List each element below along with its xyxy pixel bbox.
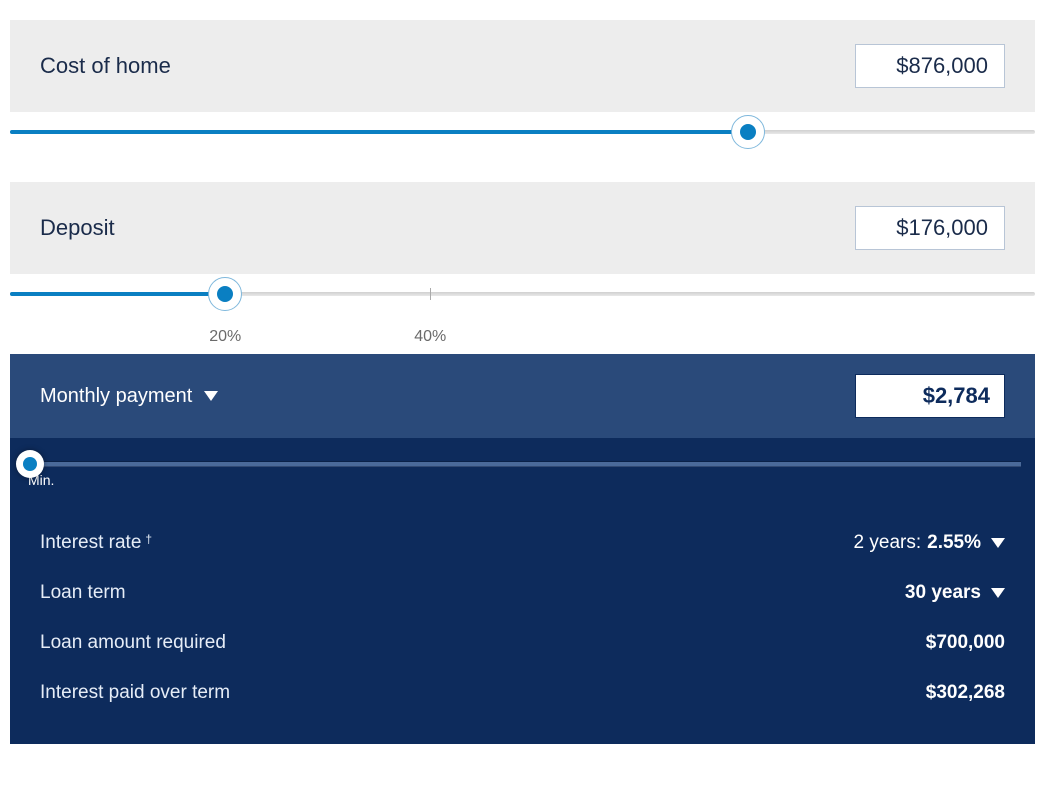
slider-track xyxy=(10,292,1035,296)
slider-track xyxy=(10,130,1035,134)
tick-label-20: 20% xyxy=(209,328,241,346)
monthly-payment-dropdown[interactable]: Monthly payment xyxy=(40,385,218,408)
deposit-slider[interactable] xyxy=(10,274,1035,314)
interest-rate-row: Interest rate † 2 years: 2.55% xyxy=(40,518,1005,568)
slider-tick xyxy=(430,288,431,300)
slider-track xyxy=(24,462,1021,466)
loan-term-row: Loan term 30 years xyxy=(40,568,1005,618)
loan-term-dropdown[interactable]: 30 years xyxy=(905,582,1005,604)
slider-handle-dot xyxy=(217,286,233,302)
deposit-input[interactable]: $176,000 xyxy=(855,206,1005,250)
interest-paid-label: Interest paid over term xyxy=(40,682,230,704)
interest-rate-value: 2.55% xyxy=(927,532,981,554)
chevron-down-icon xyxy=(991,538,1005,548)
loan-amount-value: $700,000 xyxy=(926,632,1005,654)
interest-paid-value: $302,268 xyxy=(926,682,1005,704)
slider-handle-dot xyxy=(740,124,756,140)
loan-amount-label: Loan amount required xyxy=(40,632,226,654)
monthly-payment-input[interactable]: $2,784 xyxy=(855,374,1005,418)
deposit-panel: Deposit $176,000 xyxy=(10,182,1035,274)
cost-of-home-panel: Cost of home $876,000 xyxy=(10,20,1035,112)
loan-details: Interest rate † 2 years: 2.55% Loan term… xyxy=(10,498,1035,744)
deposit-slider-labels: 20% 40% xyxy=(10,314,1035,354)
slider-handle[interactable] xyxy=(16,450,44,478)
slider-fill xyxy=(10,130,748,134)
slider-handle[interactable] xyxy=(208,277,242,311)
monthly-payment-label: Monthly payment xyxy=(40,385,192,408)
loan-amount-row: Loan amount required $700,000 xyxy=(40,618,1005,668)
cost-of-home-label: Cost of home xyxy=(40,53,171,79)
chevron-down-icon xyxy=(991,588,1005,598)
tick-label-40: 40% xyxy=(414,328,446,346)
cost-of-home-slider[interactable] xyxy=(10,112,1035,152)
dagger-icon: † xyxy=(145,532,152,546)
interest-rate-label: Interest rate † xyxy=(40,532,152,554)
interest-paid-row: Interest paid over term $302,268 xyxy=(40,668,1005,718)
deposit-label: Deposit xyxy=(40,215,115,241)
results-section: Monthly payment $2,784 Min. Interest rat… xyxy=(10,354,1035,744)
interest-rate-prefix: 2 years: xyxy=(854,532,922,554)
loan-term-value: 30 years xyxy=(905,582,981,604)
monthly-payment-slider[interactable]: Min. xyxy=(10,438,1035,498)
cost-of-home-input[interactable]: $876,000 xyxy=(855,44,1005,88)
slider-fill xyxy=(10,292,225,296)
loan-term-label: Loan term xyxy=(40,582,126,604)
monthly-payment-panel: Monthly payment $2,784 xyxy=(10,354,1035,438)
chevron-down-icon xyxy=(204,391,218,401)
slider-handle[interactable] xyxy=(731,115,765,149)
slider-min-label: Min. xyxy=(24,466,1021,488)
interest-rate-dropdown[interactable]: 2 years: 2.55% xyxy=(854,532,1005,554)
